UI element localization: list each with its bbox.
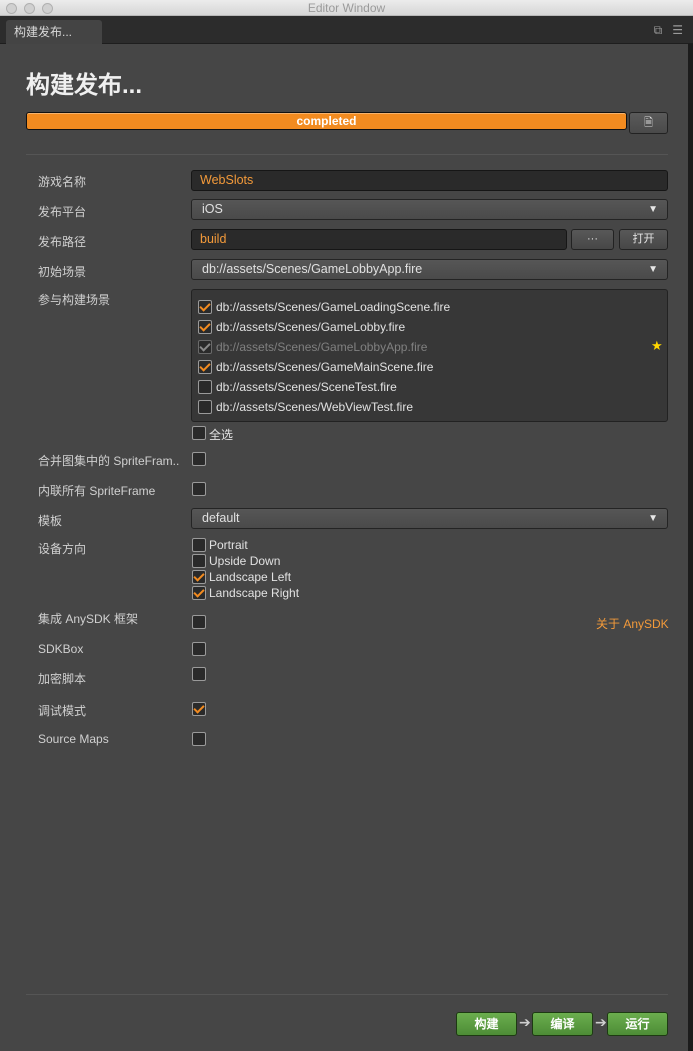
build-scenes-label: 参与构建场景 [38, 293, 111, 307]
select-all-label: 全选 [209, 428, 234, 442]
sdkbox-label: SDKBox [38, 642, 84, 656]
page-title: 构建发布... [26, 72, 143, 99]
scene-checkbox[interactable] [198, 300, 212, 314]
compile-button[interactable]: 编译 [532, 1012, 593, 1036]
source-maps-checkbox[interactable] [192, 732, 206, 746]
footer-divider [26, 994, 668, 995]
sdkbox-checkbox[interactable] [192, 642, 206, 656]
orientation-landscape-right-checkbox[interactable] [192, 586, 206, 600]
orientation-upside-down-label: Upside Down [209, 554, 281, 568]
orientation-landscape-left-label: Landscape Left [209, 570, 292, 584]
source-maps-label: Source Maps [38, 732, 109, 746]
inline-spriteframe-label: 内联所有 SpriteFrame [38, 484, 156, 498]
orientation-portrait-checkbox[interactable] [192, 538, 206, 552]
scene-checkbox[interactable] [198, 320, 212, 334]
orientation-landscape-left-checkbox[interactable] [192, 570, 206, 584]
window-edge [688, 44, 693, 1051]
template-value: default [202, 511, 240, 525]
run-button[interactable]: 运行 [607, 1012, 668, 1036]
debug-mode-checkbox[interactable] [192, 702, 206, 716]
menu-icon[interactable]: ☰ [672, 23, 683, 37]
scene-path: db://assets/Scenes/GameLobby.fire [216, 320, 406, 334]
scene-checkbox-disabled [198, 340, 212, 354]
scene-checkbox[interactable] [198, 360, 212, 374]
scene-checkbox[interactable] [198, 380, 212, 394]
scene-path: db://assets/Scenes/WebViewTest.fire [216, 400, 413, 414]
orientation-portrait-label: Portrait [209, 538, 248, 552]
platform-select[interactable]: iOS ▼ [191, 199, 668, 220]
chevron-down-icon: ▼ [648, 264, 658, 275]
anysdk-checkbox[interactable] [192, 615, 206, 629]
inline-spriteframe-checkbox[interactable] [192, 482, 206, 496]
merge-spriteframe-label: 合并图集中的 SpriteFram.. [38, 454, 180, 468]
tab-controls: ⧉ ☰ [644, 23, 683, 38]
anysdk-label: 集成 AnySDK 框架 [38, 612, 139, 626]
chevron-down-icon: ▼ [648, 513, 658, 524]
document-icon: 🗎 [644, 117, 653, 129]
start-scene-value: db://assets/Scenes/GameLobbyApp.fire [202, 262, 423, 276]
encrypt-script-label: 加密脚本 [38, 672, 87, 686]
window-titlebar: Editor Window [0, 0, 693, 16]
build-path-input[interactable]: build [191, 229, 567, 250]
orientation-label: 设备方向 [38, 542, 87, 556]
merge-spriteframe-checkbox[interactable] [192, 452, 206, 466]
template-label: 模板 [38, 514, 63, 528]
scene-path: db://assets/Scenes/SceneTest.fire [216, 380, 397, 394]
scene-list: db://assets/Scenes/GameLoadingScene.fire… [191, 289, 668, 422]
about-anysdk-link[interactable]: 关于 AnySDK [596, 615, 669, 632]
debug-mode-label: 调试模式 [38, 704, 87, 718]
build-panel: 构建发布... completed 🗎 游戏名称 WebSlots 发布平台 i… [0, 44, 693, 1051]
popout-icon[interactable]: ⧉ [654, 23, 663, 37]
star-icon: ★ [651, 338, 663, 353]
window-title: Editor Window [307, 1, 386, 15]
tab-strip: 构建发布... ⧉ ☰ [0, 16, 693, 44]
arrow-right-icon: ➔ [519, 1014, 531, 1030]
build-progress-bar: completed [26, 112, 627, 130]
scene-path: db://assets/Scenes/GameLobbyApp.fire [216, 340, 428, 354]
orientation-landscape-right-label: Landscape Right [209, 586, 300, 600]
platform-value: iOS [202, 202, 223, 216]
progress-label: completed [296, 114, 357, 128]
scene-checkbox[interactable] [198, 400, 212, 414]
start-scene-label: 初始场景 [38, 265, 87, 279]
platform-label: 发布平台 [38, 205, 87, 219]
scene-path: db://assets/Scenes/GameMainScene.fire [216, 360, 434, 374]
orientation-upside-down-checkbox[interactable] [192, 554, 206, 568]
browse-path-button[interactable]: ··· [571, 229, 614, 250]
build-button[interactable]: 构建 [456, 1012, 517, 1036]
start-scene-select[interactable]: db://assets/Scenes/GameLobbyApp.fire ▼ [191, 259, 668, 280]
scene-path: db://assets/Scenes/GameLoadingScene.fire [216, 300, 451, 314]
select-all-checkbox[interactable] [192, 426, 206, 440]
chevron-down-icon: ▼ [648, 204, 658, 215]
game-name-input[interactable]: WebSlots [191, 170, 668, 191]
divider [26, 154, 668, 155]
open-path-button[interactable]: 打开 [619, 229, 668, 250]
game-name-label: 游戏名称 [38, 175, 87, 189]
tab-build[interactable]: 构建发布... [6, 20, 102, 44]
build-path-label: 发布路径 [38, 235, 87, 249]
arrow-right-icon: ➔ [595, 1014, 607, 1030]
template-select[interactable]: default ▼ [191, 508, 668, 529]
open-log-button[interactable]: 🗎 [629, 112, 668, 134]
encrypt-script-checkbox[interactable] [192, 667, 206, 681]
